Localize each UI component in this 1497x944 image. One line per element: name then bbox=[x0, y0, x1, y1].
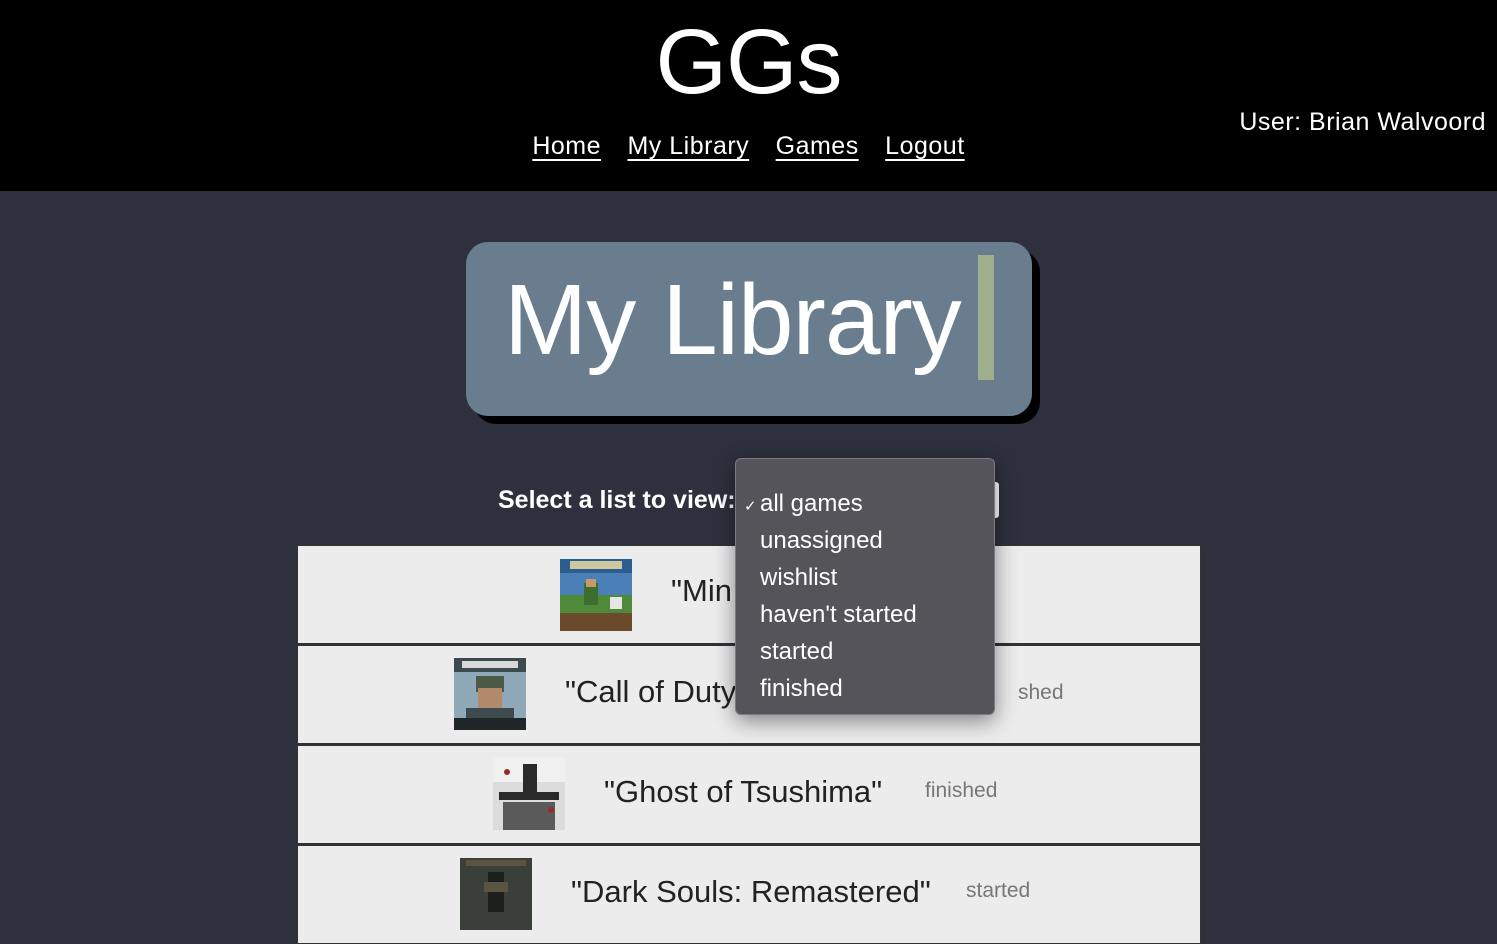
game-status: started bbox=[966, 879, 1031, 902]
dark-souls-cover-icon bbox=[460, 858, 532, 930]
game-status: finished bbox=[925, 779, 998, 802]
checkmark-icon: ✓ bbox=[744, 498, 757, 515]
title-cursor-bar bbox=[978, 255, 994, 380]
game-title: "Min bbox=[671, 573, 732, 608]
current-user: User: Brian Walvoord bbox=[1239, 108, 1486, 136]
list-option-started[interactable]: started bbox=[760, 637, 833, 667]
nav-link-games[interactable]: Games bbox=[776, 132, 859, 160]
page-title: My Library bbox=[504, 264, 962, 376]
nav-link-home[interactable]: Home bbox=[532, 132, 601, 160]
game-row[interactable]: "Ghost of Tsushima" finished bbox=[297, 745, 1201, 844]
nav-link-logout[interactable]: Logout bbox=[885, 132, 964, 160]
list-option-finished[interactable]: finished bbox=[760, 674, 843, 704]
game-title: "Call of Duty bbox=[565, 674, 737, 709]
game-status: shed bbox=[1018, 681, 1064, 704]
call-of-duty-cover-icon bbox=[454, 658, 526, 730]
nav-link-my-library[interactable]: My Library bbox=[627, 132, 749, 160]
list-select-label: Select a list to view: bbox=[498, 486, 736, 514]
brand-logo-text: GGs bbox=[655, 11, 842, 113]
game-title: "Dark Souls: Remastered" bbox=[571, 874, 931, 909]
list-option-unassigned[interactable]: unassigned bbox=[760, 526, 883, 556]
minecraft-cover-icon bbox=[560, 559, 632, 631]
list-option-wishlist[interactable]: wishlist bbox=[760, 563, 837, 593]
game-title: "Ghost of Tsushima" bbox=[604, 774, 883, 809]
site-header: GGs Home My Library Games Logout User: B… bbox=[0, 0, 1497, 191]
list-option-havent-started[interactable]: haven't started bbox=[760, 600, 917, 630]
ghost-of-tsushima-cover-icon bbox=[493, 758, 565, 830]
list-select-dropdown: ✓ all games unassigned wishlist haven't … bbox=[735, 458, 995, 715]
game-row[interactable]: "Dark Souls: Remastered" started bbox=[297, 845, 1201, 944]
list-option-all-games[interactable]: all games bbox=[760, 489, 863, 519]
